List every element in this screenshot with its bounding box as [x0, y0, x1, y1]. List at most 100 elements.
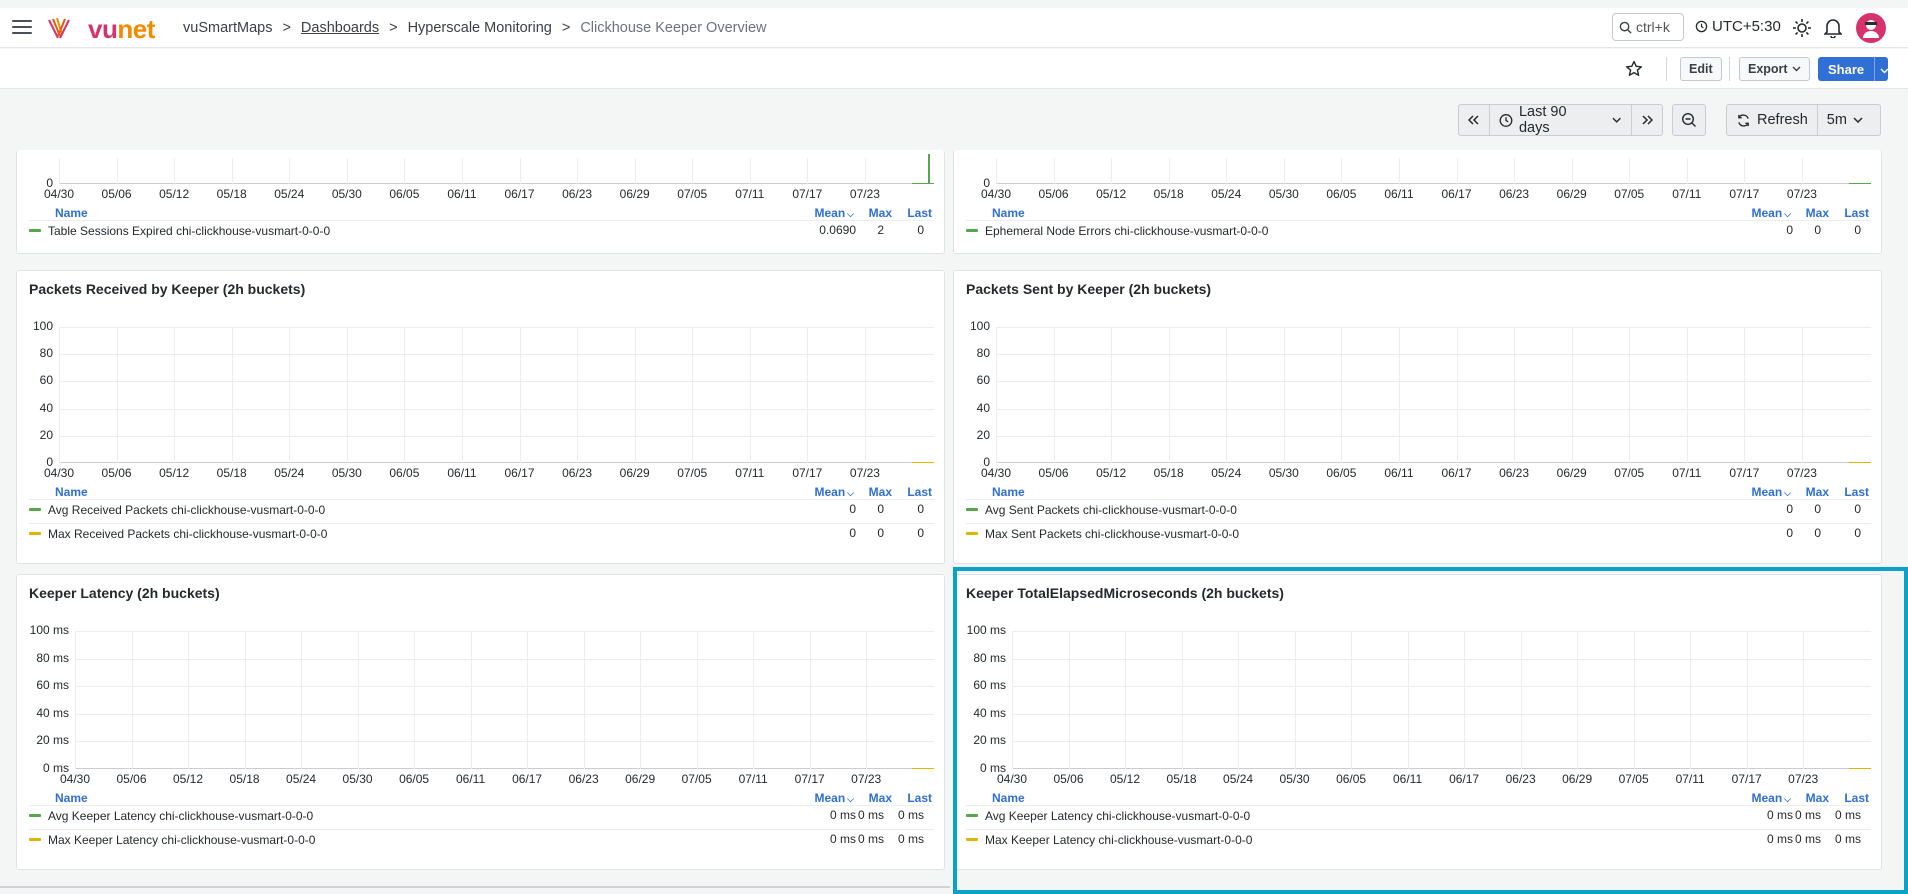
- legend-header-mean[interactable]: Mean ⌵: [1743, 485, 1791, 499]
- legend-header-mean[interactable]: Mean ⌵: [806, 791, 854, 805]
- legend-row[interactable]: Avg Keeper Latency chi-clickhouse-vusmar…: [29, 805, 934, 825]
- legend-series-name[interactable]: Max Received Packets chi-clickhouse-vusm…: [48, 527, 327, 541]
- legend-row[interactable]: Table Sessions Expired chi-clickhouse-vu…: [29, 220, 934, 240]
- x-axis-tick-label: 04/30: [43, 187, 75, 201]
- x-axis-tick-label: 07/05: [1618, 772, 1649, 786]
- chart-gridline-vertical: [1514, 327, 1516, 463]
- x-axis-tick-label: 05/30: [1279, 772, 1310, 786]
- legend-header-last[interactable]: Last: [1839, 791, 1869, 805]
- legend-series-name[interactable]: Max Keeper Latency chi-clickhouse-vusmar…: [48, 833, 315, 847]
- chart-gridline-vertical: [1577, 631, 1579, 769]
- x-axis-tick-label: 07/17: [792, 466, 823, 480]
- chart-gridline-vertical: [404, 327, 406, 463]
- chart-gridline-horizontal: [996, 435, 1871, 437]
- x-axis-tick-label: 05/12: [159, 466, 190, 480]
- legend-value-last: 0: [917, 526, 924, 540]
- legend-series-name[interactable]: Avg Keeper Latency chi-clickhouse-vusmar…: [48, 809, 313, 823]
- vunet-logo[interactable]: vunet: [88, 14, 155, 45]
- legend-header-mean[interactable]: Mean ⌵: [1743, 206, 1791, 220]
- time-range-select[interactable]: Last 90 days: [1490, 104, 1632, 136]
- legend-header-name[interactable]: Name: [55, 206, 88, 220]
- user-avatar[interactable]: [1856, 13, 1886, 43]
- x-axis-tick-label: 06/17: [1441, 187, 1472, 201]
- legend-row[interactable]: Ephemeral Node Errors chi-clickhouse-vus…: [966, 220, 1871, 240]
- legend-header-max[interactable]: Max: [1799, 206, 1829, 220]
- legend-row[interactable]: Avg Received Packets chi-clickhouse-vusm…: [29, 499, 934, 519]
- legend-header-name[interactable]: Name: [992, 791, 1025, 805]
- theme-toggle-button[interactable]: [1790, 16, 1814, 40]
- legend-header-name[interactable]: Name: [992, 485, 1025, 499]
- zoom-out-button[interactable]: [1672, 104, 1706, 136]
- chart-gridline-horizontal: [59, 435, 934, 437]
- clock-icon: [1695, 20, 1708, 33]
- legend-row[interactable]: Avg Keeper Latency chi-clickhouse-vusmar…: [966, 805, 1871, 825]
- share-button[interactable]: Share: [1818, 57, 1889, 81]
- breadcrumb-dashboards[interactable]: Dashboards: [301, 20, 379, 36]
- legend-header-last[interactable]: Last: [1839, 485, 1869, 499]
- legend-series-name[interactable]: Max Sent Packets chi-clickhouse-vusmart-…: [985, 527, 1239, 541]
- x-axis-tick-label: 06/11: [447, 466, 477, 480]
- chart-plot-area: [75, 631, 934, 769]
- double-chevron-right-icon: [1642, 115, 1653, 125]
- chart-gridline-horizontal: [59, 408, 934, 410]
- menu-icon[interactable]: [12, 20, 32, 36]
- chart-gridline-vertical: [749, 327, 751, 463]
- chart-gridline-vertical: [75, 631, 76, 769]
- legend-header-last[interactable]: Last: [902, 791, 932, 805]
- legend-header-max[interactable]: Max: [862, 791, 892, 805]
- legend-header-max[interactable]: Max: [862, 206, 892, 220]
- time-shift-back-button[interactable]: [1459, 105, 1490, 135]
- timezone-selector[interactable]: UTC+5:30: [1695, 18, 1781, 35]
- legend-row[interactable]: Max Sent Packets chi-clickhouse-vusmart-…: [966, 523, 1871, 543]
- chart-gridline-vertical: [692, 327, 694, 463]
- refresh-button[interactable]: Refresh: [1727, 105, 1818, 135]
- legend-row[interactable]: Max Received Packets chi-clickhouse-vusm…: [29, 523, 934, 543]
- legend-header-mean[interactable]: Mean ⌵: [1743, 791, 1791, 805]
- search-button[interactable]: ctrl+k: [1612, 13, 1684, 41]
- share-options-button[interactable]: [1875, 62, 1894, 77]
- legend-header-last[interactable]: Last: [902, 485, 932, 499]
- y-axis-tick-label: 60: [976, 373, 990, 388]
- chart-gridline-horizontal: [996, 354, 1871, 356]
- time-shift-forward-button[interactable]: [1632, 105, 1662, 135]
- legend-series-name[interactable]: Avg Received Packets chi-clickhouse-vusm…: [48, 503, 325, 517]
- chart-gridline-vertical: [807, 158, 809, 184]
- x-axis-tick-label: 05/06: [101, 466, 132, 480]
- favorite-button[interactable]: [1622, 57, 1646, 81]
- export-button[interactable]: Export: [1739, 57, 1810, 81]
- legend-header-name[interactable]: Name: [55, 485, 88, 499]
- x-axis-tick-label: 05/24: [1223, 772, 1254, 786]
- legend-header-name[interactable]: Name: [55, 791, 88, 805]
- legend-series-color: [29, 814, 41, 817]
- chart-gridline-vertical: [1690, 631, 1692, 769]
- legend-header-name[interactable]: Name: [992, 206, 1025, 220]
- legend-row[interactable]: Max Keeper Latency chi-clickhouse-vusmar…: [29, 829, 934, 849]
- chart-gridline-horizontal: [59, 381, 934, 383]
- legend-row[interactable]: Avg Sent Packets chi-clickhouse-vusmart-…: [966, 499, 1871, 519]
- breadcrumb-vusmartmaps[interactable]: vuSmartMaps: [183, 20, 272, 36]
- legend-series-name[interactable]: Ephemeral Node Errors chi-clickhouse-vus…: [985, 224, 1268, 238]
- chart-gridline-vertical: [519, 158, 521, 184]
- legend-header-last[interactable]: Last: [902, 206, 932, 220]
- legend-header-max[interactable]: Max: [862, 485, 892, 499]
- refresh-interval-select[interactable]: 5m: [1818, 105, 1872, 135]
- chart-gridline-vertical: [1398, 327, 1400, 463]
- legend-header-mean[interactable]: Mean ⌵: [806, 206, 854, 220]
- notifications-button[interactable]: [1821, 16, 1845, 40]
- legend-series-name[interactable]: Table Sessions Expired chi-clickhouse-vu…: [48, 224, 330, 238]
- breadcrumb-hyperscale-monitoring[interactable]: Hyperscale Monitoring: [408, 20, 552, 36]
- x-axis-tick-label: 06/23: [562, 466, 593, 480]
- legend-series-name[interactable]: Avg Sent Packets chi-clickhouse-vusmart-…: [985, 503, 1237, 517]
- chart-series-line: [912, 767, 934, 769]
- legend-header-mean[interactable]: Mean ⌵: [806, 485, 854, 499]
- packets-sent-panel: Packets Sent by Keeper (2h buckets) 100 80…: [953, 270, 1882, 564]
- legend-series-name[interactable]: Max Keeper Latency chi-clickhouse-vusmar…: [985, 833, 1252, 847]
- legend-row[interactable]: Max Keeper Latency chi-clickhouse-vusmar…: [966, 829, 1871, 849]
- legend-header-last[interactable]: Last: [1839, 206, 1869, 220]
- edit-button[interactable]: Edit: [1680, 57, 1722, 81]
- legend-series-name[interactable]: Avg Keeper Latency chi-clickhouse-vusmar…: [985, 809, 1250, 823]
- legend-header-max[interactable]: Max: [1799, 791, 1829, 805]
- x-axis-tick-label: 04/30: [43, 466, 75, 480]
- x-axis-tick-label: 05/12: [1096, 187, 1127, 201]
- legend-header-max[interactable]: Max: [1799, 485, 1829, 499]
